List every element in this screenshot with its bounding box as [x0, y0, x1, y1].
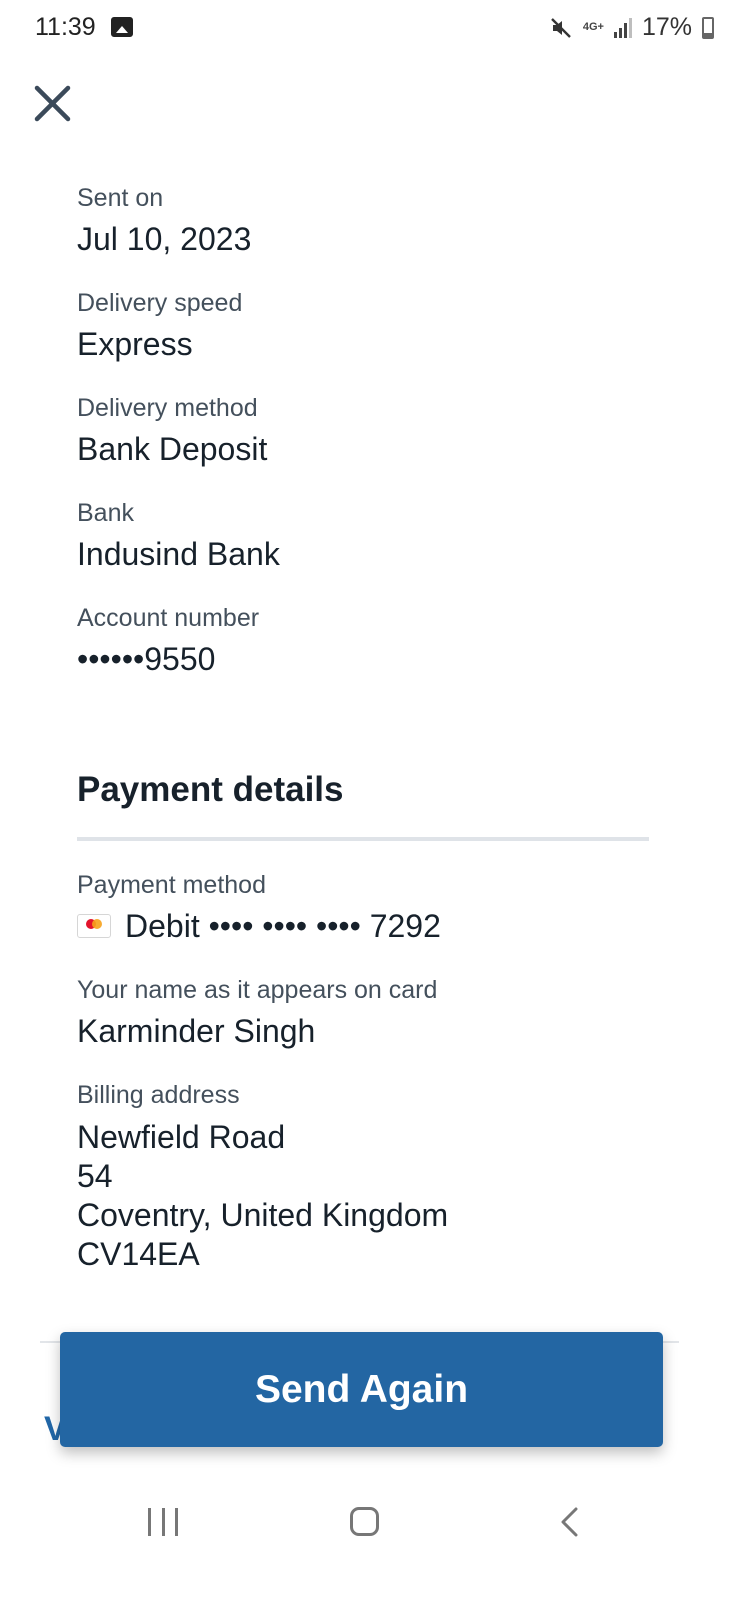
delivery-speed-label: Delivery speed: [77, 289, 243, 317]
status-indicators: 4G+ 17%: [549, 13, 714, 42]
section-divider: [77, 837, 649, 841]
status-bar: 11:39 4G+ 17%: [0, 0, 738, 58]
sent-on-label: Sent on: [77, 184, 164, 212]
network-type: 4G+: [582, 21, 604, 33]
send-again-button[interactable]: Send Again: [60, 1332, 663, 1447]
image-notification-icon: [111, 17, 133, 37]
account-number-value: ••••••9550: [77, 641, 216, 677]
payment-details-heading: Payment details: [77, 770, 344, 809]
payment-method-label: Payment method: [77, 871, 266, 899]
billing-address-line: 54: [77, 1158, 113, 1194]
billing-address-label: Billing address: [77, 1081, 240, 1109]
status-time: 11:39: [35, 13, 96, 41]
battery-icon: [702, 16, 714, 39]
system-nav-bar: [0, 1475, 738, 1600]
bank-label: Bank: [77, 499, 134, 527]
bank-value: Indusind Bank: [77, 536, 280, 572]
cardholder-label: Your name as it appears on card: [77, 976, 438, 1004]
payment-method-value: Debit •••• •••• •••• 7292: [125, 908, 441, 944]
mute-icon: [550, 17, 571, 38]
delivery-method-field: Delivery method Bank Deposit: [77, 393, 267, 469]
cardholder-field: Your name as it appears on card Karminde…: [77, 975, 437, 1051]
mastercard-icon: [77, 914, 111, 938]
recent-apps-icon[interactable]: [148, 1508, 178, 1536]
payment-method-field: Payment method Debit •••• •••• •••• 7292: [77, 870, 441, 946]
billing-address-line: Coventry, United Kingdom: [77, 1197, 449, 1233]
sent-on-value: Jul 10, 2023: [77, 221, 252, 257]
delivery-method-label: Delivery method: [77, 394, 258, 422]
billing-address-field: Billing address Newfield Road 54 Coventr…: [77, 1080, 448, 1274]
account-number-label: Account number: [77, 604, 260, 632]
close-icon[interactable]: [28, 80, 78, 130]
bank-field: Bank Indusind Bank: [77, 498, 280, 574]
account-number-field: Account number ••••••9550: [77, 603, 259, 679]
signal-icon: [613, 17, 632, 38]
billing-address-line: Newfield Road: [77, 1119, 286, 1155]
billing-address-line: CV14EA: [77, 1236, 200, 1272]
delivery-speed-field: Delivery speed Express: [77, 288, 242, 364]
billing-address-lines: Newfield Road 54 Coventry, United Kingdo…: [77, 1118, 448, 1274]
back-icon[interactable]: [558, 1506, 580, 1538]
delivery-speed-value: Express: [77, 326, 193, 362]
sent-on-field: Sent on Jul 10, 2023: [77, 183, 251, 259]
cardholder-value: Karminder Singh: [77, 1013, 316, 1049]
delivery-method-value: Bank Deposit: [77, 431, 268, 467]
home-icon[interactable]: [350, 1507, 379, 1536]
battery-percent: 17%: [641, 13, 692, 41]
